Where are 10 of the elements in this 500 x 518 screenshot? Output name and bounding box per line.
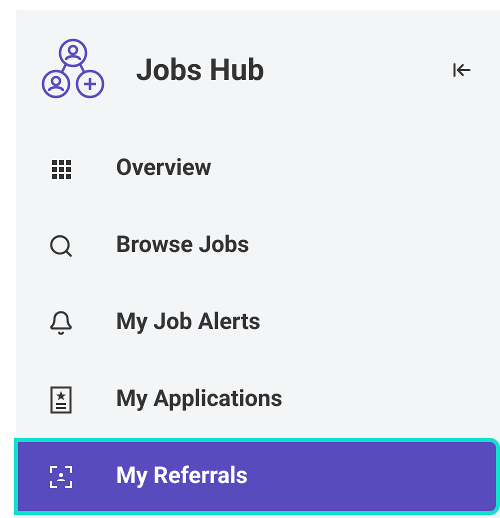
sidebar-item[interactable]: My Referrals — [14, 438, 500, 515]
bell-icon — [48, 310, 74, 336]
sidebar-item[interactable]: My Job Alerts — [16, 284, 500, 361]
sidebar-item[interactable]: My Applications — [16, 361, 500, 438]
app-title: Jobs Hub — [136, 52, 264, 90]
person-frame-icon — [49, 464, 73, 488]
search-icon — [48, 232, 74, 258]
grid-icon — [51, 158, 71, 178]
sidebar-item[interactable]: Overview — [16, 130, 500, 207]
sidebar-item[interactable]: Browse Jobs — [16, 207, 500, 284]
